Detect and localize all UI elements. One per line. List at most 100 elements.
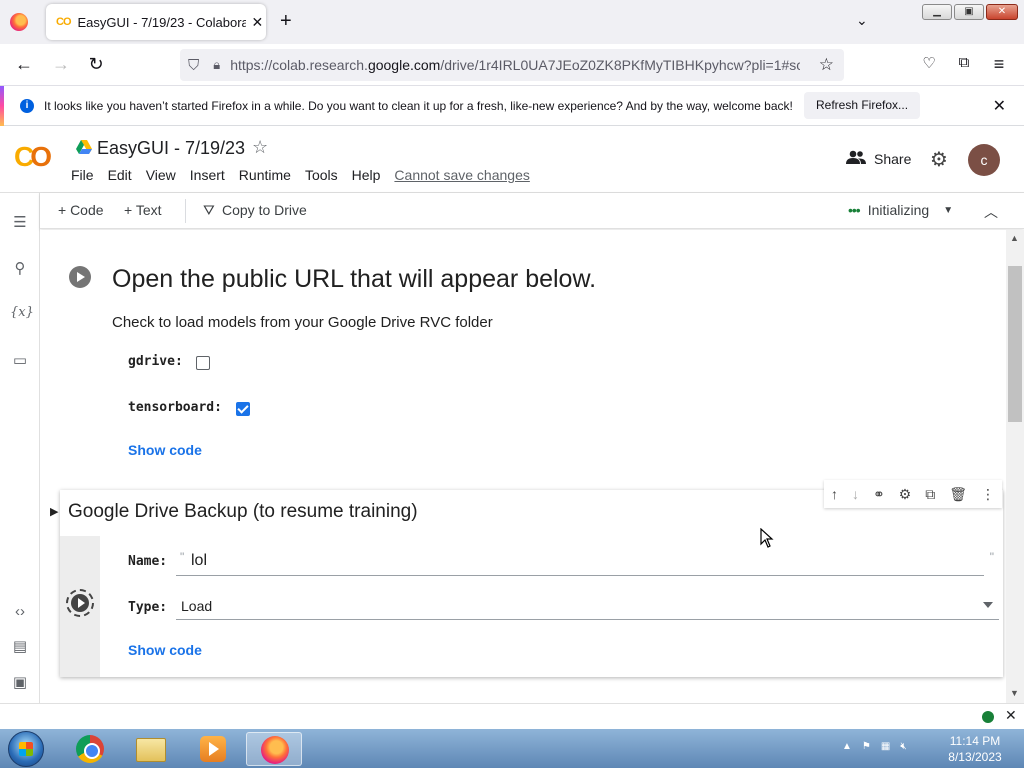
back-arrow-icon[interactable]: ←	[13, 54, 35, 75]
star-notebook-icon[interactable]: ☆	[252, 137, 268, 158]
pocket-icon[interactable]: ♡	[918, 54, 940, 72]
run-cell-button[interactable]	[69, 266, 91, 288]
url-domain: google.com	[367, 57, 441, 73]
command-palette-icon[interactable]: ▤	[10, 637, 30, 655]
notebook-scrollbar[interactable]: ▲ ▼	[1006, 230, 1024, 703]
refresh-firefox-button[interactable]: Refresh Firefox...	[804, 92, 921, 119]
hamburger-menu-icon[interactable]: ≡	[988, 54, 1010, 75]
menu-file[interactable]: File	[71, 167, 94, 183]
menu-edit[interactable]: Edit	[108, 167, 132, 183]
extensions-icon[interactable]: ⧉	[953, 54, 975, 71]
bookmark-star-icon[interactable]: ☆	[819, 55, 834, 75]
menu-runtime[interactable]: Runtime	[239, 167, 291, 183]
cell-settings-gear-icon[interactable]: ⚙	[899, 486, 912, 503]
volume-muted-icon[interactable]: 🔇︎	[900, 741, 906, 752]
runtime-status-label: Initializing	[867, 202, 930, 218]
new-tab-icon[interactable]: +	[280, 10, 292, 33]
status-dropdown-icon[interactable]: ▼	[943, 205, 953, 216]
search-icon[interactable]: ⚲	[10, 259, 30, 277]
collapse-header-chevron-icon[interactable]: ︿	[984, 202, 998, 222]
browser-tab[interactable]: CO EasyGUI - 7/19/23 - Colaboratory ✕	[46, 4, 266, 40]
start-button[interactable]	[8, 731, 44, 767]
reload-icon[interactable]: ↻	[85, 54, 107, 75]
type-label: Type:	[128, 600, 168, 615]
system-clock[interactable]: 11:14 PM 8/13/2023	[940, 733, 1010, 765]
tensorboard-checkbox[interactable]	[236, 402, 250, 416]
more-actions-icon[interactable]: ⋮	[981, 486, 995, 503]
menu-view[interactable]: View	[146, 167, 176, 183]
delete-cell-trash-icon[interactable]: 🗑︎	[949, 486, 967, 503]
maximize-button[interactable]: ▣	[954, 4, 984, 20]
list-tabs-chevron-icon[interactable]: ⌄	[856, 12, 868, 29]
tracking-protection-shield-icon[interactable]: ⛉	[188, 57, 199, 74]
taskbar-media-player[interactable]	[184, 732, 240, 766]
browser-navigation-bar: ← → ↻ ⛉ 🔒︎ https://colab.research.google…	[0, 44, 1024, 86]
mouse-pointer-icon	[760, 528, 774, 548]
copy-to-drive-button[interactable]: Copy to Drive	[222, 202, 307, 218]
close-window-button[interactable]: ✕	[986, 4, 1018, 20]
close-status-icon[interactable]: ✕	[1005, 707, 1017, 724]
name-input[interactable]: " lol "	[176, 548, 994, 576]
url-path: /drive/1r4IRL0UA7JEoZ0ZK8PKfMyTIBHKpyhcw…	[440, 57, 801, 73]
google-drive-icon[interactable]	[76, 140, 92, 154]
section-expand-arrow-icon[interactable]: ▶	[50, 505, 58, 518]
folder-icon	[136, 738, 166, 762]
taskbar-explorer[interactable]	[122, 732, 178, 766]
browser-tab-bar: CO EasyGUI - 7/19/23 - Colaboratory ✕ + …	[0, 0, 1024, 44]
lock-icon[interactable]: 🔒︎	[213, 57, 220, 73]
gdrive-checkbox[interactable]	[196, 356, 210, 370]
colab-logo[interactable]: CO	[14, 141, 52, 173]
open-quote-glyph: "	[180, 550, 185, 564]
menu-tools[interactable]: Tools	[305, 167, 338, 183]
add-code-cell-button[interactable]: + Code	[58, 202, 104, 218]
left-sidebar: ☰ ⚲ {x} ▭ ‹› ▤ ▣	[0, 193, 40, 703]
share-button[interactable]: Share	[874, 151, 911, 167]
cell-description: Check to load models from your Google Dr…	[112, 314, 493, 331]
scroll-down-icon[interactable]: ▼	[1010, 688, 1019, 698]
table-of-contents-icon[interactable]: ☰	[10, 213, 30, 231]
close-quote-glyph: "	[989, 550, 994, 564]
name-input-value: lol	[191, 552, 208, 569]
link-to-cell-icon[interactable]: ⚭	[873, 486, 885, 503]
address-bar[interactable]: ⛉ 🔒︎ https://colab.research.google.com/d…	[180, 49, 844, 81]
cannot-save-changes-link[interactable]: Cannot save changes	[394, 167, 529, 183]
clock-time: 11:14 PM	[949, 734, 1001, 748]
menu-help[interactable]: Help	[352, 167, 381, 183]
move-cell-up-icon[interactable]: ↑	[831, 486, 838, 502]
action-center-flag-icon[interactable]: ⚑	[862, 741, 871, 752]
variables-icon[interactable]: {x}	[10, 305, 34, 320]
cell-heading: Open the public URL that will appear bel…	[112, 265, 597, 293]
minimize-button[interactable]: ▁	[922, 4, 952, 20]
tab-close-icon[interactable]: ✕	[252, 14, 264, 31]
terminal-icon[interactable]: ▣	[10, 673, 30, 691]
taskbar-firefox[interactable]	[246, 732, 302, 766]
url-text[interactable]: https://colab.research.google.com/drive/…	[230, 57, 800, 73]
people-icon[interactable]	[846, 150, 866, 164]
show-hidden-icons-icon[interactable]: ▲	[842, 741, 852, 752]
notebook-title[interactable]: EasyGUI - 7/19/23	[97, 138, 245, 159]
move-cell-down-icon[interactable]: ↓	[852, 486, 859, 502]
account-avatar[interactable]: c	[968, 144, 1000, 176]
show-code-link[interactable]: Show code	[128, 442, 202, 458]
scroll-up-icon[interactable]: ▲	[1010, 233, 1019, 243]
settings-gear-icon[interactable]: ⚙	[930, 147, 948, 172]
google-drive-backup-cell[interactable]: ↑ ↓ ⚭ ⚙ ⧉ 🗑︎ ⋮ ▶ Google Drive Backup (to…	[50, 480, 1003, 677]
show-code-link[interactable]: Show code	[128, 642, 202, 658]
connecting-dots-icon: •••	[848, 202, 861, 218]
runtime-status[interactable]: ••• Initializing ▼	[848, 202, 953, 218]
add-text-cell-button[interactable]: + Text	[124, 202, 162, 218]
connection-status-dot[interactable]	[982, 711, 994, 723]
notification-close-icon[interactable]: ✕	[993, 96, 1006, 116]
code-snippets-icon[interactable]: ‹›	[10, 603, 30, 620]
type-select[interactable]: Load	[176, 594, 999, 620]
forward-arrow-icon[interactable]: →	[50, 54, 72, 75]
mirror-cell-icon[interactable]: ⧉	[925, 486, 935, 503]
files-folder-icon[interactable]: ▭	[10, 351, 30, 369]
cell-gutter	[60, 536, 100, 677]
menu-insert[interactable]: Insert	[190, 167, 225, 183]
cell-toolbar: ↑ ↓ ⚭ ⚙ ⧉ 🗑︎ ⋮	[824, 480, 1002, 508]
network-icon[interactable]: ▦	[881, 741, 890, 752]
running-cell-icon[interactable]	[66, 589, 94, 617]
taskbar-chrome[interactable]	[60, 732, 116, 766]
scrollbar-thumb[interactable]	[1008, 266, 1022, 422]
